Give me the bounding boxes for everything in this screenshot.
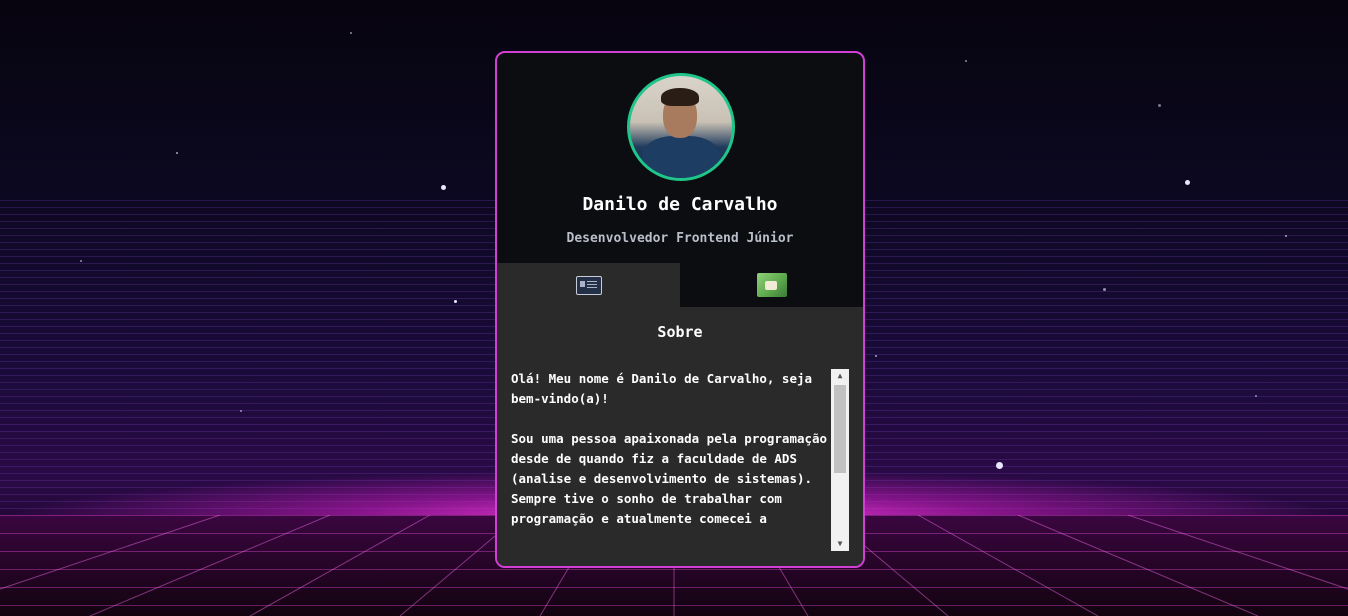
tab-about[interactable]: [497, 263, 680, 307]
scroll-down-arrow-icon[interactable]: ▼: [831, 537, 849, 551]
star: [1158, 104, 1161, 107]
star: [875, 355, 877, 357]
star: [1255, 395, 1257, 397]
profile-name: Danilo de Carvalho: [582, 194, 778, 215]
about-card-icon: [575, 275, 602, 295]
about-panel: Sobre Olá! Meu nome é Danilo de Carvalho…: [497, 307, 863, 566]
star: [441, 185, 446, 190]
star: [240, 410, 242, 412]
profile-card: Danilo de Carvalho Desenvolvedor Fronten…: [495, 51, 865, 568]
star: [1185, 180, 1190, 185]
about-title: Sobre: [657, 323, 703, 341]
profile-role: Desenvolvedor Frontend Júnior: [566, 231, 794, 246]
avatar-body: [642, 136, 720, 178]
star: [176, 152, 178, 154]
tab-projects[interactable]: [680, 263, 863, 307]
about-scrollbar[interactable]: ▲ ▼: [831, 369, 849, 551]
about-text[interactable]: Olá! Meu nome é Danilo de Carvalho, seja…: [511, 369, 831, 551]
avatar: [627, 73, 735, 181]
star: [996, 462, 1003, 469]
star: [965, 60, 967, 62]
star: [454, 300, 457, 303]
star: [350, 32, 352, 34]
star: [1285, 235, 1287, 237]
projects-image-icon: [756, 273, 787, 297]
avatar-hair: [661, 88, 699, 106]
scroll-thumb[interactable]: [834, 385, 846, 473]
star: [80, 260, 82, 262]
scroll-up-arrow-icon[interactable]: ▲: [831, 369, 849, 383]
star: [1103, 288, 1106, 291]
